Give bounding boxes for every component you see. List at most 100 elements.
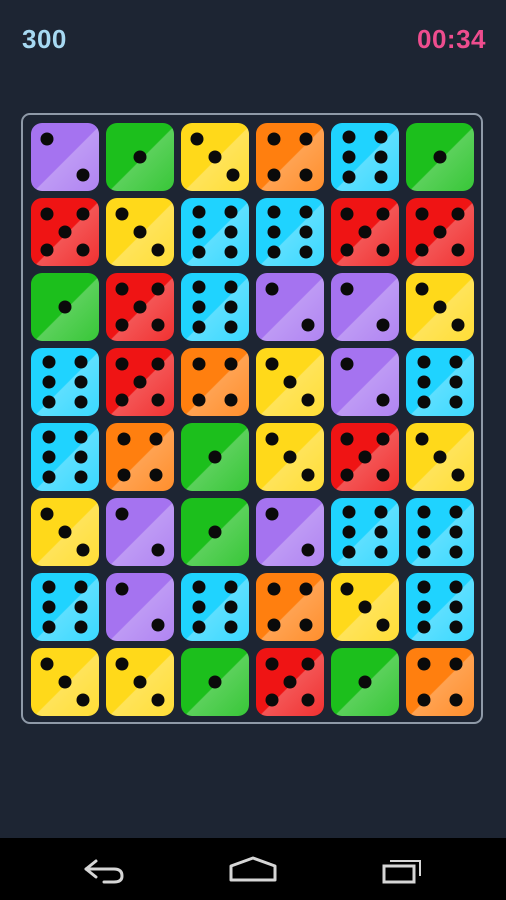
cyan-die-six[interactable] [406, 573, 474, 641]
android-navigation-bar [0, 838, 506, 900]
yellow-die-three[interactable] [181, 123, 249, 191]
die-pip [265, 282, 279, 296]
orange-die-four[interactable] [256, 123, 324, 191]
green-die-one[interactable] [31, 273, 99, 341]
back-button[interactable] [74, 852, 134, 886]
yellow-die-three[interactable] [106, 648, 174, 716]
die-pip [133, 150, 147, 164]
die-pip [74, 375, 88, 389]
yellow-die-three[interactable] [31, 648, 99, 716]
orange-die-four[interactable] [256, 573, 324, 641]
die-pip [376, 318, 390, 332]
die-pip [192, 245, 206, 259]
die-pip [299, 618, 313, 632]
die-pip [76, 168, 90, 182]
yellow-die-three[interactable] [406, 273, 474, 341]
die-pip [151, 543, 165, 557]
green-die-one[interactable] [106, 123, 174, 191]
die-pip [417, 545, 431, 559]
purple-die-two[interactable] [106, 498, 174, 566]
die-pip [208, 450, 222, 464]
red-die-five[interactable] [406, 198, 474, 266]
die-pip [340, 468, 354, 482]
purple-die-two[interactable] [331, 273, 399, 341]
die-pip [42, 375, 56, 389]
cyan-die-six[interactable] [256, 198, 324, 266]
die-pip [192, 357, 206, 371]
die-pip [74, 430, 88, 444]
yellow-die-three[interactable] [331, 573, 399, 641]
green-die-one[interactable] [331, 648, 399, 716]
die-pip [149, 468, 163, 482]
purple-die-two[interactable] [31, 123, 99, 191]
die-pip [417, 505, 431, 519]
die-pip [417, 600, 431, 614]
cyan-die-six[interactable] [331, 123, 399, 191]
green-die-one[interactable] [181, 423, 249, 491]
cyan-die-six[interactable] [31, 348, 99, 416]
cyan-die-six[interactable] [181, 198, 249, 266]
cyan-die-six[interactable] [331, 498, 399, 566]
red-die-five[interactable] [256, 648, 324, 716]
recent-apps-button[interactable] [372, 852, 432, 886]
die-pip [265, 357, 279, 371]
die-pip [192, 393, 206, 407]
die-pip [376, 468, 390, 482]
die-pip [299, 225, 313, 239]
cyan-die-six[interactable] [181, 273, 249, 341]
die-pip [74, 620, 88, 634]
die-pip [74, 600, 88, 614]
die-pip [208, 150, 222, 164]
die-pip [358, 675, 372, 689]
die-pip [449, 580, 463, 594]
orange-die-four[interactable] [106, 423, 174, 491]
die-pip [417, 657, 431, 671]
die-pip [376, 207, 390, 221]
red-die-five[interactable] [331, 423, 399, 491]
purple-die-two[interactable] [331, 348, 399, 416]
die-pip [449, 525, 463, 539]
die-pip [301, 393, 315, 407]
red-die-five[interactable] [31, 198, 99, 266]
yellow-die-three[interactable] [406, 423, 474, 491]
cyan-die-six[interactable] [181, 573, 249, 641]
die-pip [415, 243, 429, 257]
yellow-die-three[interactable] [256, 348, 324, 416]
die-pip [224, 280, 238, 294]
die-pip [451, 468, 465, 482]
die-pip [115, 318, 129, 332]
red-die-five[interactable] [106, 348, 174, 416]
cyan-die-six[interactable] [406, 498, 474, 566]
die-pip [283, 375, 297, 389]
die-pip [76, 207, 90, 221]
die-pip [451, 207, 465, 221]
die-pip [149, 432, 163, 446]
red-die-five[interactable] [331, 198, 399, 266]
die-pip [224, 320, 238, 334]
game-screen: 300 00:34 [0, 0, 506, 900]
red-die-five[interactable] [106, 273, 174, 341]
die-pip [192, 225, 206, 239]
yellow-die-three[interactable] [106, 198, 174, 266]
green-die-one[interactable] [406, 123, 474, 191]
green-die-one[interactable] [181, 648, 249, 716]
die-pip [417, 355, 431, 369]
purple-die-two[interactable] [256, 273, 324, 341]
die-pip [374, 150, 388, 164]
orange-die-four[interactable] [406, 648, 474, 716]
yellow-die-three[interactable] [256, 423, 324, 491]
purple-die-two[interactable] [256, 498, 324, 566]
die-pip [417, 375, 431, 389]
die-pip [342, 505, 356, 519]
cyan-die-six[interactable] [406, 348, 474, 416]
purple-die-two[interactable] [106, 573, 174, 641]
cyan-die-six[interactable] [31, 423, 99, 491]
yellow-die-three[interactable] [31, 498, 99, 566]
home-button[interactable] [223, 852, 283, 886]
die-pip [433, 225, 447, 239]
die-pip [449, 395, 463, 409]
cyan-die-six[interactable] [31, 573, 99, 641]
die-pip [224, 205, 238, 219]
orange-die-four[interactable] [181, 348, 249, 416]
green-die-one[interactable] [181, 498, 249, 566]
